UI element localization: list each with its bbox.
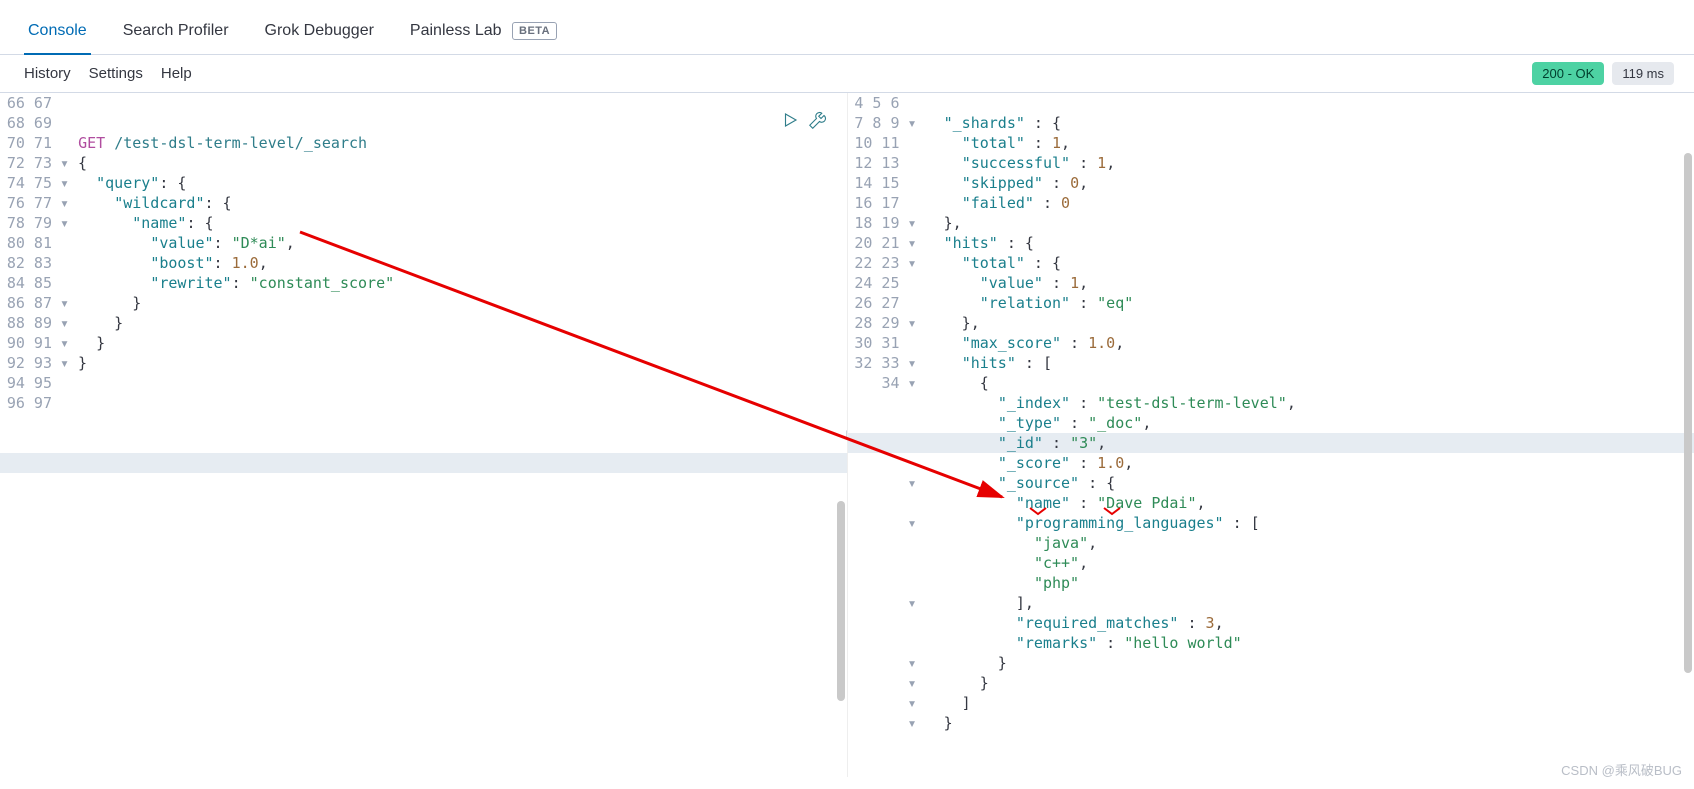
key-source-name: "name" (1016, 494, 1070, 512)
response-pane[interactable]: 4 5 6 7 8 9 10 11 12 13 14 15 16 17 18 1… (848, 93, 1694, 777)
key-remarks: "remarks" (1016, 634, 1097, 652)
key-wildcard: "wildcard" (114, 194, 204, 212)
http-path: /test-dsl-term-level/_search (114, 134, 367, 152)
response-scrollbar[interactable] (1684, 153, 1692, 673)
key-failed: "failed" (962, 194, 1034, 212)
key-score: "_score" (998, 454, 1070, 472)
response-code[interactable]: ▾ "_shards" : { "total" : 1, "successful… (908, 93, 1694, 753)
val-type: "_doc" (1088, 414, 1142, 432)
run-icon[interactable] (781, 111, 799, 132)
val-cpp: "c++" (1034, 554, 1079, 572)
key-max-score: "max_score" (962, 334, 1061, 352)
key-id: "_id" (998, 434, 1043, 452)
val-req-matches: 3 (1206, 614, 1215, 632)
toolbar: History Settings Help 200 - OK 119 ms (0, 55, 1694, 93)
val-remarks: "hello world" (1124, 634, 1241, 652)
key-source: "_source" (998, 474, 1079, 492)
val-shards-total: 1 (1052, 134, 1061, 152)
key-type: "_type" (998, 414, 1061, 432)
key-shards-total: "total" (962, 134, 1025, 152)
value-boost: 1.0 (232, 254, 259, 272)
key-index: "_index" (998, 394, 1070, 412)
key-hits: "hits" (944, 234, 998, 252)
key-boost: "boost" (150, 254, 213, 272)
editor-area: 66 67 68 69 70 71 72 73 74 75 76 77 78 7… (0, 93, 1694, 777)
key-hits-arr: "hits" (962, 354, 1016, 372)
val-total-value: 1 (1070, 274, 1079, 292)
tab-painless-label: Painless Lab (410, 22, 502, 39)
request-code[interactable]: GET /test-dsl-term-level/_search ▾ { ▾ "… (60, 93, 847, 393)
val-source-name: "Dave Pdai" (1097, 494, 1196, 512)
request-pane[interactable]: 66 67 68 69 70 71 72 73 74 75 76 77 78 7… (0, 93, 848, 777)
val-score: 1.0 (1097, 454, 1124, 472)
tab-grok-debugger[interactable]: Grok Debugger (261, 12, 378, 54)
key-skipped: "skipped" (962, 174, 1043, 192)
val-successful: 1 (1097, 154, 1106, 172)
key-rewrite: "rewrite" (150, 274, 231, 292)
key-query: "query" (96, 174, 159, 192)
cursor-line-highlight (0, 453, 847, 473)
http-method: GET (78, 134, 105, 152)
tab-painless-lab[interactable]: Painless Lab BETA (406, 12, 561, 54)
watermark: CSDN @乘风破BUG (1561, 760, 1682, 779)
val-skipped: 0 (1070, 174, 1079, 192)
val-java: "java" (1034, 534, 1088, 552)
request-scrollbar[interactable] (837, 501, 845, 701)
val-max-score: 1.0 (1088, 334, 1115, 352)
key-successful: "successful" (962, 154, 1070, 172)
key-shards: "_shards" (944, 114, 1025, 132)
key-prog-lang: "programming_languages" (1016, 514, 1224, 532)
time-badge: 119 ms (1612, 62, 1674, 85)
val-id: "3" (1070, 434, 1097, 452)
tab-search-profiler[interactable]: Search Profiler (119, 12, 233, 54)
key-value: "value" (150, 234, 213, 252)
val-failed: 0 (1061, 194, 1070, 212)
val-index: "test-dsl-term-level" (1097, 394, 1287, 412)
wrench-icon[interactable] (809, 111, 827, 132)
status-badge: 200 - OK (1532, 62, 1604, 85)
response-gutter: 4 5 6 7 8 9 10 11 12 13 14 15 16 17 18 1… (848, 93, 908, 393)
key-req-matches: "required_matches" (1016, 614, 1179, 632)
key-hits-total: "total" (962, 254, 1025, 272)
beta-badge: BETA (512, 22, 557, 40)
request-gutter: 66 67 68 69 70 71 72 73 74 75 76 77 78 7… (0, 93, 60, 413)
key-relation: "relation" (980, 294, 1070, 312)
tab-bar: Console Search Profiler Grok Debugger Pa… (0, 0, 1694, 55)
val-php: "php" (1034, 574, 1079, 592)
key-total-value: "value" (980, 274, 1043, 292)
history-link[interactable]: History (24, 65, 71, 82)
tab-console[interactable]: Console (24, 12, 91, 54)
value-rewrite: "constant_score" (250, 274, 395, 292)
key-name: "name" (132, 214, 186, 232)
settings-link[interactable]: Settings (89, 65, 143, 82)
value-wildcard: "D*ai" (232, 234, 286, 252)
request-actions (781, 111, 827, 132)
val-relation: "eq" (1097, 294, 1133, 312)
help-link[interactable]: Help (161, 65, 192, 82)
